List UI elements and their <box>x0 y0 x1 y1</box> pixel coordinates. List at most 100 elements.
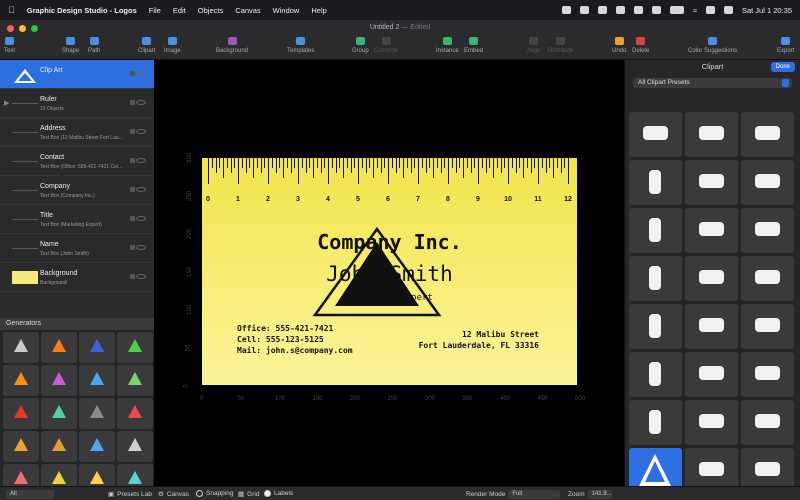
canvas-button[interactable]: Canvas <box>167 491 189 498</box>
clipart-item[interactable] <box>741 304 794 349</box>
lock-icon[interactable] <box>130 100 135 105</box>
clipart-item[interactable] <box>685 304 738 349</box>
generator-preset[interactable] <box>79 398 115 429</box>
lock-icon[interactable] <box>130 245 135 250</box>
battery-icon[interactable] <box>669 6 684 14</box>
address-text[interactable]: 12 Malibu Street Fort Lauderdale, FL 333… <box>419 329 539 351</box>
generator-preset[interactable] <box>3 398 39 429</box>
generator-preset[interactable] <box>79 332 115 363</box>
layer-title[interactable]: Title Text Box (Marketing Expert) <box>0 205 154 234</box>
search-icon[interactable] <box>705 6 715 14</box>
clipart-item[interactable] <box>685 112 738 157</box>
generator-preset[interactable] <box>41 332 77 363</box>
lock-icon[interactable] <box>130 71 135 76</box>
clipart-item[interactable] <box>685 208 738 253</box>
tool-shape-button[interactable]: Shape <box>62 37 79 54</box>
clipart-item[interactable] <box>629 112 682 157</box>
labels-button[interactable]: Labels <box>274 490 293 497</box>
contact-text[interactable]: Office: 555-421-7421 Cell: 555-123-5125 … <box>237 323 353 356</box>
clipart-item[interactable] <box>629 160 682 205</box>
lock-icon[interactable] <box>130 158 135 163</box>
disclosure-chevron-icon[interactable]: ▶ <box>4 99 9 107</box>
grid-button[interactable]: Grid <box>247 491 259 498</box>
layer-company[interactable]: Company Text Box (Company Inc.) <box>0 176 154 205</box>
status-icon[interactable] <box>633 6 643 14</box>
generator-preset[interactable] <box>41 398 77 429</box>
generator-preset[interactable] <box>117 365 153 396</box>
clipart-item[interactable] <box>741 112 794 157</box>
layer-clip-art[interactable]: Clip Art <box>0 60 154 89</box>
tool-undo-button[interactable]: Undo <box>612 37 626 54</box>
status-icon[interactable] <box>579 6 589 14</box>
tool-distribute-button[interactable]: Distribute <box>548 37 573 54</box>
clipart-item[interactable] <box>741 208 794 253</box>
layer-contact[interactable]: Contact Text Box (Office: 555-421-7421 Ce… <box>0 147 154 176</box>
person-name[interactable]: John Smith <box>202 262 577 286</box>
company-name[interactable]: Company Inc. <box>202 230 577 254</box>
job-title[interactable]: Marketing Expert <box>202 293 577 303</box>
generator-preset[interactable] <box>117 464 153 486</box>
status-icon[interactable] <box>561 6 571 14</box>
menu-help[interactable]: Help <box>311 6 326 15</box>
tool-path-button[interactable]: Path <box>88 37 100 54</box>
tool-clipart-button[interactable]: Clipart <box>138 37 155 54</box>
layer-address[interactable]: Address Text Box (12 Malibu Street Fort L… <box>0 118 154 147</box>
eye-icon[interactable] <box>136 100 146 105</box>
generator-preset[interactable] <box>3 332 39 363</box>
generator-preset[interactable] <box>41 431 77 462</box>
clipart-item[interactable] <box>741 352 794 397</box>
tool-image-button[interactable]: Image <box>164 37 181 54</box>
generator-preset[interactable] <box>117 332 153 363</box>
clipart-item[interactable] <box>629 352 682 397</box>
clipart-item[interactable] <box>741 400 794 445</box>
tool-text-button[interactable]: Text <box>4 37 15 54</box>
zoom-select[interactable]: 141.9... <box>587 490 612 499</box>
menu-edit[interactable]: Edit <box>173 6 186 15</box>
tool-embed-button[interactable]: Embed <box>464 37 483 54</box>
input-source-icon[interactable] <box>651 6 661 14</box>
tool-export-button[interactable]: Export <box>777 37 794 54</box>
generator-preset[interactable] <box>117 398 153 429</box>
tool-instance-button[interactable]: Instance <box>436 37 459 54</box>
tool-align-button[interactable]: Align <box>527 37 540 54</box>
generator-preset[interactable] <box>3 365 39 396</box>
generator-preset[interactable] <box>3 431 39 462</box>
clipart-item[interactable] <box>685 160 738 205</box>
wifi-icon[interactable]: ≈ <box>693 6 697 15</box>
generator-preset[interactable] <box>41 464 77 486</box>
layer-ruler[interactable]: ▶ Ruler 13 Objects <box>0 89 154 118</box>
tool-templates-button[interactable]: Templates <box>287 37 314 54</box>
generator-preset[interactable] <box>41 365 77 396</box>
layer-background[interactable]: Background Background <box>0 263 154 292</box>
snapping-button[interactable]: Snapping <box>206 490 233 497</box>
menu-objects[interactable]: Objects <box>198 6 223 15</box>
clipart-item[interactable] <box>685 352 738 397</box>
eye-icon[interactable] <box>136 158 146 163</box>
menu-canvas[interactable]: Canvas <box>235 6 260 15</box>
eye-icon[interactable] <box>136 71 146 76</box>
app-name[interactable]: Graphic Design Studio - Logos <box>27 6 137 15</box>
clipart-item[interactable] <box>741 160 794 205</box>
clipart-item[interactable] <box>629 400 682 445</box>
eye-icon[interactable] <box>136 129 146 134</box>
layer-name[interactable]: Name Text Box (John Smith) <box>0 234 154 263</box>
menu-file[interactable]: File <box>149 6 161 15</box>
tool-background-button[interactable]: Background <box>216 37 248 54</box>
status-icon[interactable] <box>615 6 625 14</box>
lock-icon[interactable] <box>130 216 135 221</box>
tool-combine-button[interactable]: Combine <box>374 37 398 54</box>
clipart-item[interactable] <box>629 208 682 253</box>
generator-preset[interactable] <box>3 464 39 486</box>
clipart-item[interactable] <box>685 256 738 301</box>
control-center-icon[interactable] <box>723 6 733 14</box>
lock-icon[interactable] <box>130 129 135 134</box>
generator-preset[interactable] <box>79 431 115 462</box>
generator-preset[interactable] <box>79 464 115 486</box>
render-mode-select[interactable]: Full <box>508 490 561 499</box>
tool-color-suggestions-button[interactable]: Color Suggestions <box>688 37 737 54</box>
status-icon[interactable] <box>597 6 607 14</box>
generator-preset[interactable] <box>79 365 115 396</box>
business-card[interactable]: 0 1 2 3 4 5 6 7 8 9 10 11 12 Company Inc. John Smith… <box>202 158 577 385</box>
menubar-clock[interactable]: Sat Jul 1 20:35 <box>742 6 792 15</box>
generator-preset[interactable] <box>117 431 153 462</box>
